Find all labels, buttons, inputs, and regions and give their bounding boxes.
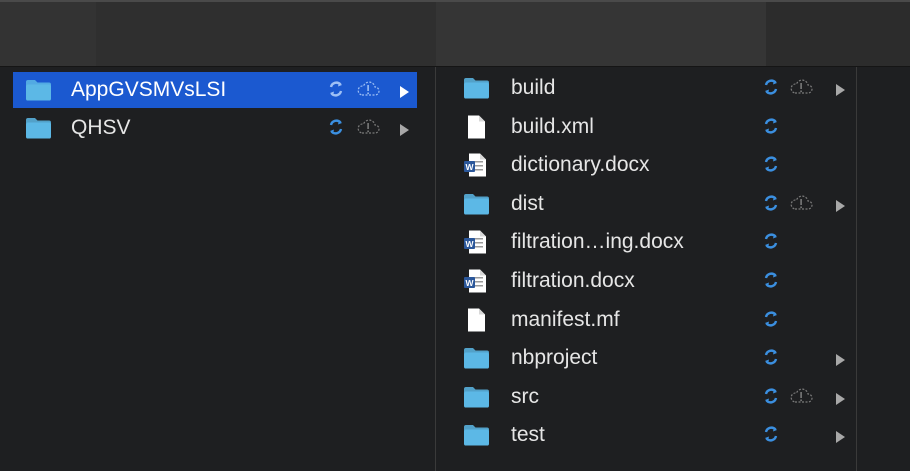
folder-icon: [25, 116, 52, 140]
cloud-warning-icon[interactable]: [789, 193, 813, 213]
chevron-right-icon: [398, 82, 410, 98]
sync-icon: [762, 193, 780, 213]
right-item[interactable]: Wdictionary.docx: [436, 147, 856, 183]
column-left[interactable]: AppGVSMVsLSI QHSV: [0, 67, 435, 471]
right-item[interactable]: Wfiltration.docx: [436, 263, 856, 299]
folder-icon: [463, 192, 490, 216]
right-item[interactable]: build: [436, 70, 856, 106]
right-item-name: filtration…ing.docx: [511, 230, 684, 254]
left-item-name: AppGVSMVsLSI: [71, 78, 227, 101]
right-item[interactable]: nbproject: [436, 340, 856, 376]
right-item[interactable]: manifest.mf: [436, 302, 856, 338]
folder-icon: [463, 346, 490, 370]
word-doc-icon: W: [463, 230, 490, 254]
right-item-name: manifest.mf: [511, 307, 620, 331]
sync-icon: [327, 79, 345, 99]
left-item[interactable]: AppGVSMVsLSI: [13, 72, 417, 108]
right-item[interactable]: test: [436, 417, 856, 453]
right-item-name: dictionary.docx: [511, 153, 650, 177]
toolbar-segment: [766, 2, 910, 66]
sync-icon: [762, 270, 780, 290]
svg-text:W: W: [465, 278, 474, 288]
cloud-warning-icon[interactable]: [356, 79, 380, 99]
chevron-right-icon: [398, 120, 410, 136]
folder-icon: [463, 76, 490, 100]
folder-icon: [25, 78, 52, 102]
right-item[interactable]: build.xml: [436, 109, 856, 145]
toolbar-segment: [0, 2, 96, 66]
file-icon: [463, 115, 490, 139]
chevron-right-icon: [834, 389, 846, 405]
sync-icon: [762, 77, 780, 97]
cloud-warning-icon[interactable]: [356, 117, 380, 137]
sync-icon: [762, 154, 780, 174]
word-doc-icon: W: [463, 153, 490, 177]
toolbar-area: [0, 0, 910, 66]
toolbar-segment: [96, 2, 436, 66]
column-right[interactable]: build build.xml Wdictionary.docx dist Wfiltr…: [436, 67, 856, 471]
sync-icon: [762, 386, 780, 406]
right-item-name: build: [511, 76, 556, 99]
sync-icon: [762, 309, 780, 329]
cloud-warning-icon[interactable]: [789, 386, 813, 406]
right-item-name: test: [511, 423, 545, 447]
right-item-name: src: [511, 384, 539, 408]
file-icon: [463, 308, 490, 332]
right-item-name: dist: [511, 191, 544, 215]
sync-icon: [327, 117, 345, 137]
left-item[interactable]: QHSV: [13, 110, 417, 146]
folder-icon: [463, 385, 490, 409]
right-item[interactable]: src: [436, 379, 856, 415]
chevron-right-icon: [834, 427, 846, 444]
right-item-name: filtration.docx: [511, 269, 635, 292]
cloud-warning-icon[interactable]: [789, 77, 813, 97]
chevron-right-icon: [834, 196, 846, 212]
right-item-name: nbproject: [511, 346, 598, 370]
svg-text:W: W: [465, 162, 474, 172]
folder-icon: [463, 423, 490, 447]
svg-text:W: W: [465, 239, 474, 249]
sync-icon: [762, 231, 780, 251]
sync-icon: [762, 424, 780, 444]
word-doc-icon: W: [463, 269, 490, 293]
sync-icon: [762, 116, 780, 136]
chevron-right-icon: [834, 80, 846, 96]
chevron-right-icon: [834, 350, 846, 367]
right-item-name: build.xml: [511, 114, 594, 138]
right-item[interactable]: Wfiltration…ing.docx: [436, 224, 856, 260]
column-empty[interactable]: [857, 67, 910, 471]
sync-icon: [762, 347, 780, 367]
toolbar-segment: [436, 2, 766, 66]
left-item-name: QHSV: [71, 116, 131, 139]
right-item[interactable]: dist: [436, 186, 856, 222]
